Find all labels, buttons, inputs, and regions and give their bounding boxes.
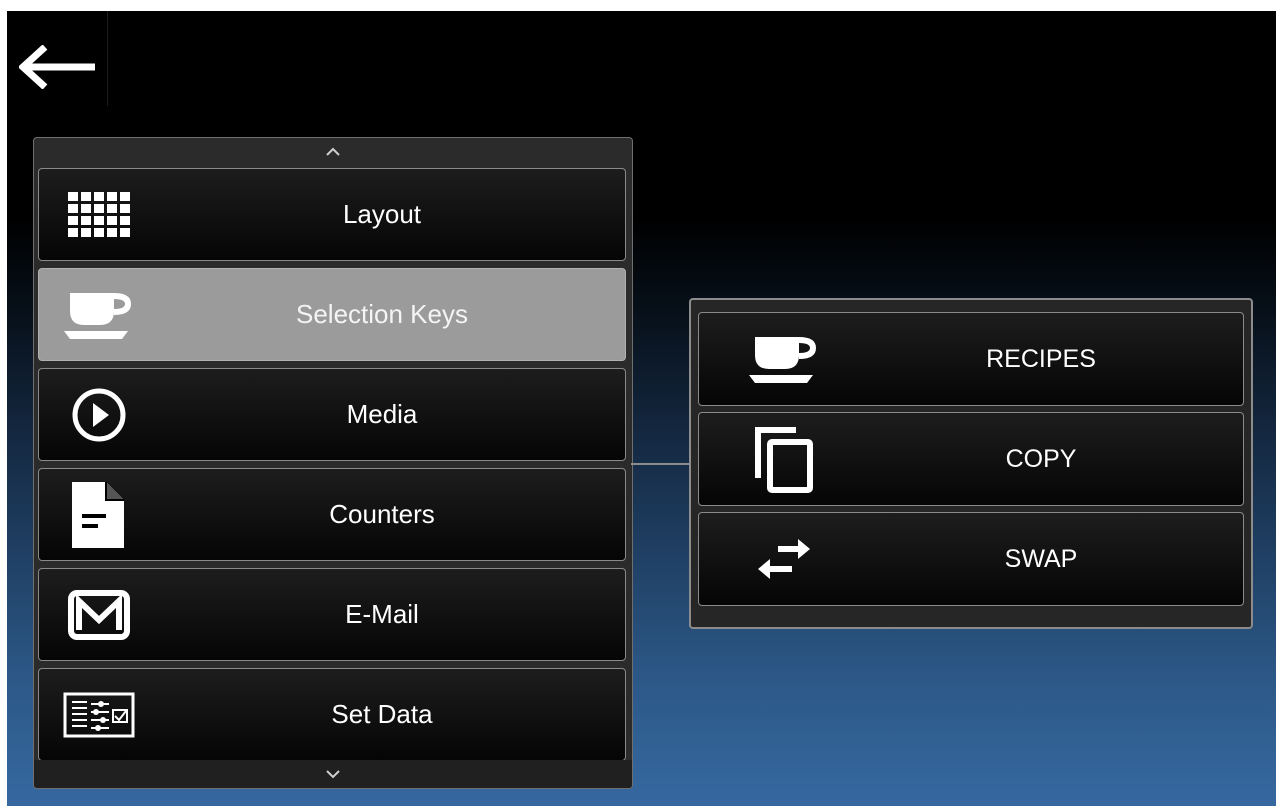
arrow-left-icon <box>19 45 95 89</box>
back-button[interactable] <box>7 11 108 106</box>
submenu-item-recipes[interactable]: RECIPES <box>698 312 1244 406</box>
coffee-cup-icon <box>59 279 139 351</box>
submenu-connector-line <box>631 463 689 465</box>
menu-item-label: E-Mail <box>345 599 419 629</box>
submenu-item-swap[interactable]: SWAP <box>698 512 1244 606</box>
grid-icon <box>59 179 139 251</box>
document-icon <box>59 479 139 551</box>
menu-item-label: Counters <box>329 499 435 529</box>
play-circle-icon <box>59 379 139 451</box>
menu-item-label: Set Data <box>331 699 433 729</box>
mail-icon <box>59 579 139 651</box>
settings-menu-panel: Layout Selection Keys Media Counters E-M… <box>33 137 633 789</box>
menu-item-selection-keys[interactable]: Selection Keys <box>38 268 626 361</box>
submenu-item-label: RECIPES <box>986 344 1096 373</box>
scroll-up-button[interactable] <box>34 138 632 166</box>
submenu-item-label: SWAP <box>1004 544 1078 573</box>
submenu-item-label: COPY <box>1005 444 1077 473</box>
chevron-down-icon <box>326 770 340 779</box>
coffee-cup-icon <box>739 319 829 399</box>
screen: Layout Selection Keys Media Counters E-M… <box>7 11 1276 806</box>
copy-icon <box>739 419 829 499</box>
selection-keys-submenu: RECIPES COPY SWAP <box>689 298 1253 629</box>
swap-arrows-icon <box>739 519 829 599</box>
menu-item-label: Selection Keys <box>296 299 468 329</box>
scroll-down-button[interactable] <box>34 760 632 788</box>
submenu-item-copy[interactable]: COPY <box>698 412 1244 506</box>
menu-item-label: Layout <box>342 199 422 229</box>
menu-item-counters[interactable]: Counters <box>38 468 626 561</box>
chevron-up-icon <box>326 147 340 156</box>
menu-item-layout[interactable]: Layout <box>38 168 626 261</box>
menu-item-set-data[interactable]: Set Data <box>38 668 626 761</box>
menu-item-label: Media <box>346 399 418 429</box>
menu-item-media[interactable]: Media <box>38 368 626 461</box>
menu-item-e-mail[interactable]: E-Mail <box>38 568 626 661</box>
settings-form-icon <box>59 679 139 751</box>
